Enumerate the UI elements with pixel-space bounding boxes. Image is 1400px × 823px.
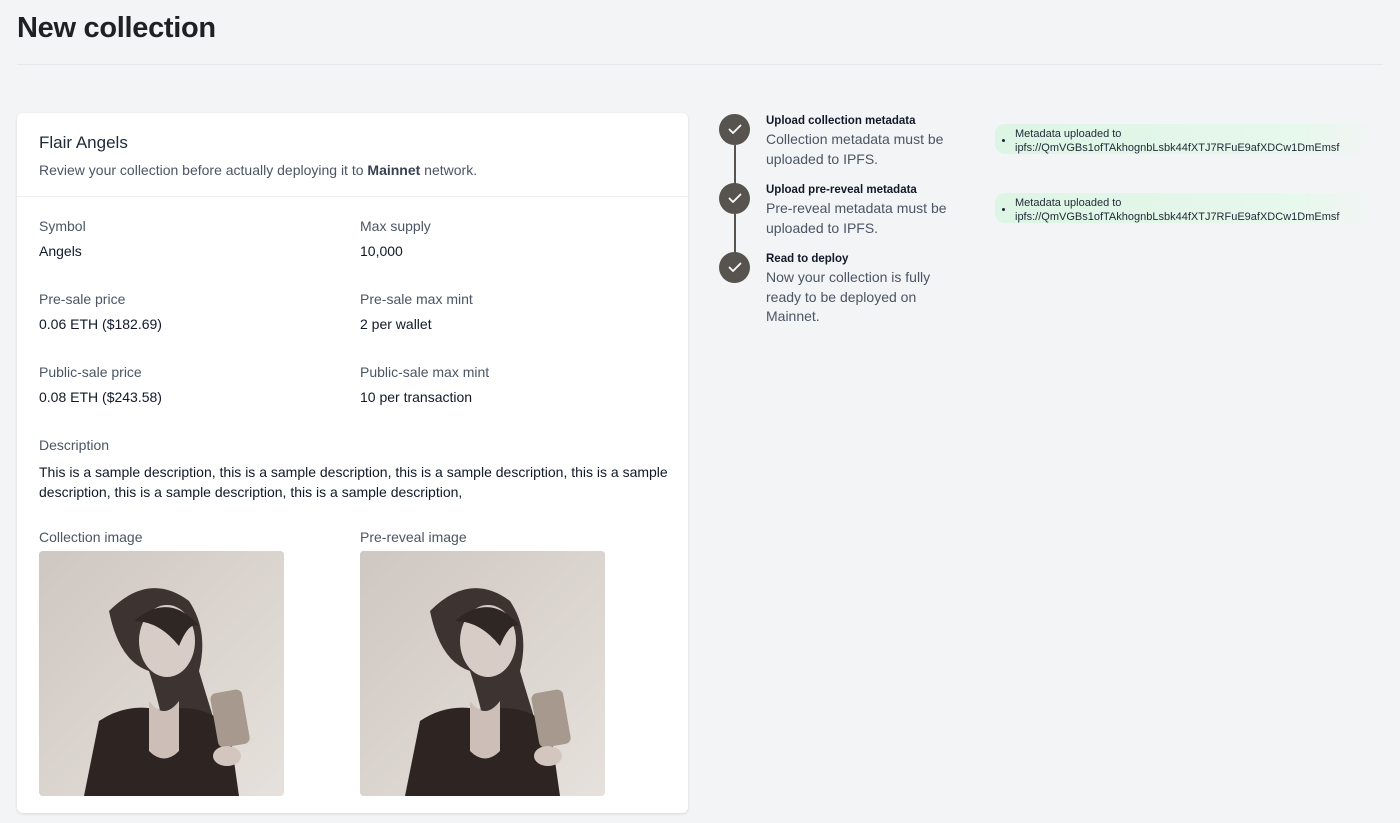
field-label: Pre-sale max mint xyxy=(360,291,473,307)
check-icon xyxy=(719,252,750,283)
field-description: Description This is a sample description… xyxy=(39,437,669,502)
field-label: Description xyxy=(39,437,110,453)
header-divider xyxy=(17,64,1383,65)
field-label: Pre-reveal image xyxy=(360,529,467,545)
field-presale-price: Pre-sale price 0.06 ETH ($182.69) xyxy=(39,291,162,332)
step-text: Read to deploy Now your collection is fu… xyxy=(766,252,966,327)
step-connector xyxy=(734,214,736,253)
field-value: 10 per transaction xyxy=(360,389,473,405)
description-text: This is a sample description, this is a … xyxy=(39,464,668,500)
collection-image xyxy=(39,551,284,796)
field-public-max-mint: Public-sale max mint 10 per transaction xyxy=(360,364,489,405)
step-connector xyxy=(734,145,736,184)
check-icon xyxy=(719,183,750,214)
field-label: Public-sale price xyxy=(39,364,142,380)
step-text: Upload collection metadata Collection me… xyxy=(766,114,966,169)
field-symbol: Symbol Angels xyxy=(39,218,86,259)
field-max-supply: Max supply 10,000 xyxy=(360,218,431,259)
metadata-upload-note: Metadata uploaded to ipfs://QmVGBs1ofTAk… xyxy=(995,124,1378,154)
card-header: Flair Angels Review your collection befo… xyxy=(17,113,688,197)
note-label: Metadata uploaded to xyxy=(1015,197,1122,209)
network-name: Mainnet xyxy=(367,162,421,178)
prereveal-upload-note: Metadata uploaded to ipfs://QmVGBs1ofTAk… xyxy=(995,193,1378,223)
prereveal-image xyxy=(360,551,605,796)
step-title: Upload pre-reveal metadata xyxy=(766,184,917,196)
step-desc: Pre-reveal metadata must be uploaded to … xyxy=(766,200,947,236)
page-title: New collection xyxy=(17,12,216,44)
note-label: Metadata uploaded to xyxy=(1015,128,1122,140)
check-icon xyxy=(719,114,750,145)
step-title: Read to deploy xyxy=(766,253,849,265)
field-label: Symbol xyxy=(39,218,86,234)
field-label: Max supply xyxy=(360,218,431,234)
field-value: Angels xyxy=(39,243,82,259)
step-text: Upload pre-reveal metadata Pre-reveal me… xyxy=(766,183,966,238)
subtitle-text-end: network. xyxy=(420,162,478,178)
field-value: 0.08 ETH ($243.58) xyxy=(39,389,162,405)
field-label: Collection image xyxy=(39,529,143,545)
step-desc: Now your collection is fully ready to be… xyxy=(766,269,931,324)
card-subtitle: Review your collection before actually d… xyxy=(39,162,666,178)
field-label: Public-sale max mint xyxy=(360,364,490,380)
field-collection-image: Collection image xyxy=(39,529,284,796)
field-value: 0.06 ETH ($182.69) xyxy=(39,316,162,332)
field-presale-max-mint: Pre-sale max mint 2 per wallet xyxy=(360,291,473,332)
field-label: Pre-sale price xyxy=(39,291,126,307)
field-value: 10,000 xyxy=(360,243,403,259)
field-public-price: Public-sale price 0.08 ETH ($243.58) xyxy=(39,364,162,405)
collection-name: Flair Angels xyxy=(39,133,128,152)
bullet-icon xyxy=(1002,139,1005,142)
step-desc: Collection metadata must be uploaded to … xyxy=(766,131,944,167)
ipfs-link[interactable]: ipfs://QmVGBs1ofTAkhognbLsbk44fXTJ7RFuE9… xyxy=(1015,210,1339,224)
field-prereveal-image: Pre-reveal image xyxy=(360,529,605,796)
bullet-icon xyxy=(1002,208,1005,211)
collection-review-card: Flair Angels Review your collection befo… xyxy=(17,113,688,813)
ipfs-link[interactable]: ipfs://QmVGBs1ofTAkhognbLsbk44fXTJ7RFuE9… xyxy=(1015,141,1339,155)
field-value: 2 per wallet xyxy=(360,316,432,332)
step-title: Upload collection metadata xyxy=(766,115,916,127)
subtitle-text: Review your collection before actually d… xyxy=(39,162,368,178)
